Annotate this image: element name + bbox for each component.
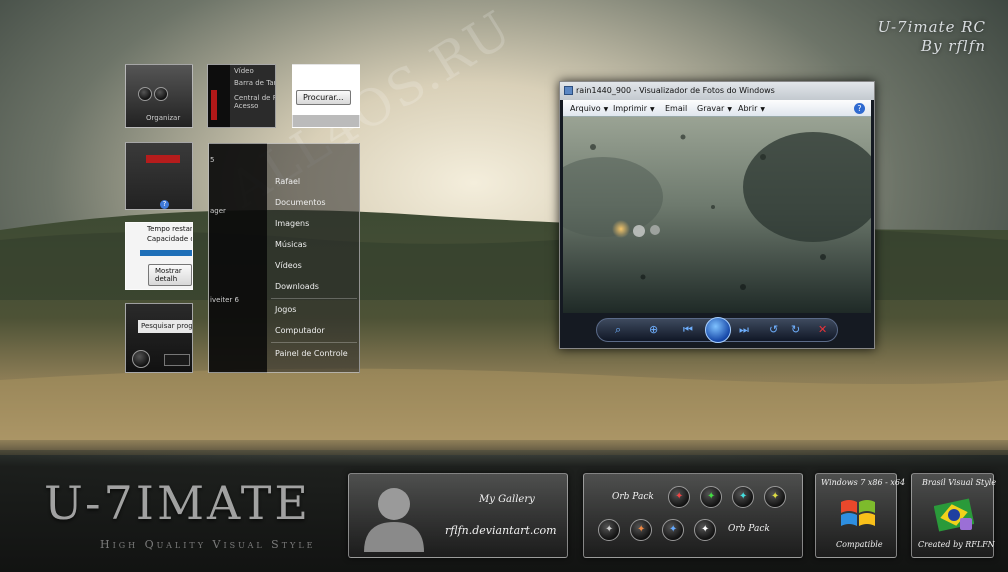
orb-blue-icon: ✦ bbox=[662, 519, 684, 541]
chevron-down-icon: ▼ bbox=[727, 106, 732, 113]
gallery-label: My Gallery bbox=[479, 494, 535, 505]
help-icon: ? bbox=[160, 200, 169, 209]
start-menu-separator bbox=[271, 298, 357, 299]
orb-red-icon: ✦ bbox=[668, 486, 690, 508]
rotate-right-icon[interactable]: ↻ bbox=[791, 324, 800, 336]
preview-copy-dialog: Tempo restante Capacidade de Mostrar det… bbox=[125, 222, 193, 290]
viewer-menubar: Arquivo ▼ Imprimir ▼ Email Gravar ▼ Abrir ▼ … bbox=[563, 100, 871, 117]
photo-viewer-window: rain1440_900 - Visualizador de Fotos do … bbox=[559, 81, 875, 349]
windows-logo-icon bbox=[841, 500, 875, 526]
chevron-down-icon: ▼ bbox=[650, 106, 655, 113]
menu-gravar[interactable]: Gravar ▼ bbox=[697, 104, 732, 113]
menu-fragment-ager: ager bbox=[210, 207, 226, 215]
preview-window-chrome: ? bbox=[125, 142, 193, 210]
preview-browse-button: Procurar... bbox=[292, 64, 360, 128]
back-icon bbox=[138, 87, 152, 101]
start-item-control-panel[interactable]: Painel de Controle bbox=[275, 349, 348, 358]
browse-button[interactable]: Procurar... bbox=[296, 90, 351, 105]
time-remaining-label: Tempo restante bbox=[147, 225, 192, 233]
delete-icon[interactable]: ✕ bbox=[818, 324, 827, 336]
user-avatar-icon bbox=[364, 488, 424, 552]
theme-title: U-7imate RC bbox=[877, 18, 986, 36]
preview-organize-toolbar: Organizar bbox=[125, 64, 193, 128]
progress-bar bbox=[140, 250, 192, 256]
capacity-label: Capacidade de bbox=[147, 235, 192, 243]
menu-arquivo[interactable]: Arquivo ▼ bbox=[570, 104, 608, 113]
preview-menu-list: Vídeo Barra de Tar Central de Fa Acesso bbox=[207, 64, 276, 128]
start-menu-preview: 5 ager iveiter 6 Rafael Documentos Image… bbox=[208, 143, 360, 373]
orb-pack-label-2: Orb Pack bbox=[728, 524, 770, 534]
brazil-flag-icon bbox=[934, 498, 974, 532]
slideshow-icon[interactable] bbox=[705, 317, 731, 343]
menu-acesso: Acesso bbox=[234, 102, 259, 110]
chevron-down-icon: ▼ bbox=[603, 106, 609, 113]
help-icon[interactable]: ? bbox=[854, 103, 865, 114]
viewer-titlebar[interactable]: rain1440_900 - Visualizador de Fotos do … bbox=[560, 82, 874, 100]
viewer-controls: ⌕ ⊕ ⏮ ⏭ ↺ ↻ ✕ bbox=[596, 317, 838, 343]
windows7-title: Windows 7 x86 - x64 bbox=[821, 478, 906, 487]
menu-arquivo-label: Arquivo bbox=[570, 104, 601, 113]
accent-bar bbox=[211, 90, 217, 120]
close-button-preview bbox=[146, 155, 180, 163]
menu-gravar-label: Gravar bbox=[697, 104, 725, 113]
start-item-pictures[interactable]: Imagens bbox=[275, 219, 309, 228]
orb-pack-panel: Orb Pack Orb Pack ✦ ✦ ✦ ✦ ✦ ✦ ✦ ✦ bbox=[583, 473, 803, 558]
viewer-title: rain1440_900 - Visualizador de Fotos do … bbox=[576, 86, 775, 95]
menu-central: Central de Fa bbox=[234, 94, 276, 102]
zoom-icon[interactable]: ⌕ bbox=[615, 324, 621, 336]
deviantart-link[interactable]: rflfn.deviantart.com bbox=[445, 524, 557, 537]
photo-rain-on-glass bbox=[563, 117, 871, 313]
organize-label: Organizar bbox=[146, 114, 181, 122]
start-item-documents[interactable]: Documentos bbox=[275, 198, 326, 207]
next-icon[interactable]: ⏭ bbox=[739, 324, 749, 336]
rotate-left-icon[interactable]: ↺ bbox=[769, 324, 778, 336]
orb-cyan-icon: ✦ bbox=[732, 486, 754, 508]
compatible-label: Compatible bbox=[836, 540, 883, 549]
logo-text: U-7IMATE bbox=[44, 476, 312, 530]
start-item-videos[interactable]: Vídeos bbox=[275, 261, 302, 270]
theme-byline: By rflfn bbox=[921, 37, 986, 55]
menu-video: Vídeo bbox=[234, 67, 254, 75]
brasil-panel: Brasil Visual Style Created by RFLFN bbox=[911, 473, 997, 558]
menu-email-label: Email bbox=[665, 104, 688, 113]
chevron-down-icon: ▼ bbox=[760, 106, 765, 113]
menu-taskbar: Barra de Tar bbox=[234, 79, 276, 87]
orb-multicolor-icon: ✦ bbox=[630, 519, 652, 541]
start-orb-icon[interactable] bbox=[132, 350, 150, 368]
forward-icon bbox=[154, 87, 168, 101]
menu-fragment-iveiter: iveiter 6 bbox=[210, 296, 239, 304]
brasil-title: Brasil Visual Style bbox=[922, 478, 997, 487]
start-item-user[interactable]: Rafael bbox=[275, 177, 300, 186]
orb-gray-icon: ✦ bbox=[598, 519, 620, 541]
gallery-panel: My Gallery rflfn.deviantart.com bbox=[348, 473, 568, 558]
menu-fragment-5: 5 bbox=[210, 156, 215, 164]
orb-yellow-icon: ✦ bbox=[764, 486, 786, 508]
orb-pack-label: Orb Pack bbox=[612, 492, 654, 502]
orb-white-icon: ✦ bbox=[694, 519, 716, 541]
search-programs-input[interactable]: Pesquisar progr bbox=[138, 320, 192, 333]
preview-start-search: Pesquisar progr bbox=[125, 303, 193, 373]
start-item-computer[interactable]: Computador bbox=[275, 326, 325, 335]
created-by-label: Created by RFLFN bbox=[918, 540, 995, 549]
start-item-downloads[interactable]: Downloads bbox=[275, 282, 319, 291]
fit-window-icon[interactable]: ⊕ bbox=[649, 324, 658, 336]
start-menu-separator bbox=[271, 342, 357, 343]
menu-abrir[interactable]: Abrir ▼ bbox=[738, 104, 765, 113]
menu-imprimir[interactable]: Imprimir ▼ bbox=[613, 104, 655, 113]
menu-imprimir-label: Imprimir bbox=[613, 104, 648, 113]
logo-subtitle: High Quality Visual Style bbox=[100, 538, 316, 551]
previous-icon[interactable]: ⏮ bbox=[683, 324, 693, 336]
start-item-games[interactable]: Jogos bbox=[275, 305, 296, 314]
windows7-panel: Windows 7 x86 - x64 Compatible bbox=[815, 473, 905, 558]
start-item-music[interactable]: Músicas bbox=[275, 240, 307, 249]
show-details-button[interactable]: Mostrar detalh bbox=[148, 264, 192, 286]
orb-green-icon: ✦ bbox=[700, 486, 722, 508]
shutdown-button-preview bbox=[164, 354, 190, 366]
menu-email[interactable]: Email bbox=[665, 104, 687, 113]
photo-app-icon bbox=[564, 86, 573, 95]
menu-abrir-label: Abrir bbox=[738, 104, 758, 113]
